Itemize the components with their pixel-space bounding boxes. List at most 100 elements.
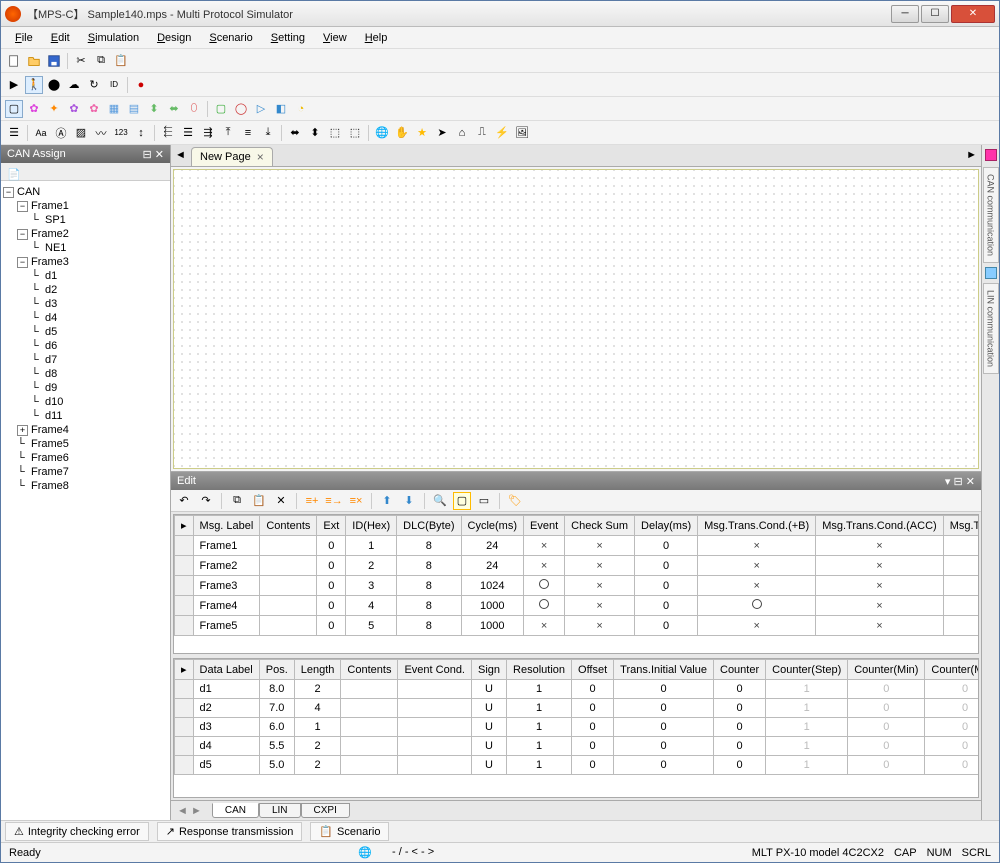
align-r-icon[interactable]: ⇶ [199,124,217,142]
tree-collapse-icon[interactable]: − [17,257,28,268]
right-tab-icon-2[interactable] [985,267,997,279]
table-row[interactable]: d45.52U1000100 [175,737,980,756]
widget-lamp-icon[interactable]: ✦ [45,100,63,118]
move-down-icon[interactable]: ⬇ [400,492,418,510]
col-header[interactable]: ID(Hex) [346,516,397,536]
status-tab-2[interactable]: 📋Scenario [310,822,389,841]
align-t-icon[interactable]: ⤒ [219,124,237,142]
table-row[interactable]: d55.02U1000100 [175,756,980,775]
frame-table-wrap[interactable]: ▸Msg. LabelContentsExtID(Hex)DLC(Byte)Cy… [173,514,979,654]
cut-icon[interactable]: ✂ [72,52,90,70]
tree-leaf-d2[interactable]: └d2 [3,283,168,297]
tab-close-icon[interactable]: × [257,150,264,164]
menu-view[interactable]: View [315,30,355,46]
tree-leaf-d8[interactable]: └d8 [3,367,168,381]
menu-design[interactable]: Design [149,30,199,46]
bolt-icon[interactable]: ⚡ [493,124,511,142]
tree-node-frame7[interactable]: └Frame7 [3,465,168,479]
widget-pink-icon[interactable]: ✿ [85,100,103,118]
select-icon[interactable]: ▢ [5,100,23,118]
widget-panel1-icon[interactable]: ▦ [105,100,123,118]
highlight-icon[interactable]: ▢ [453,492,471,510]
layer-icon[interactable]: ☰ [5,124,23,142]
row-ins-icon[interactable]: ≡→ [325,492,343,510]
align-l-icon[interactable]: ⬱ [159,124,177,142]
col-header[interactable]: Contents [341,660,398,680]
tree-leaf-d6[interactable]: └d6 [3,339,168,353]
col-header[interactable]: Msg.Trans.Cond.(IG1) [943,516,979,536]
ungroup-icon[interactable]: ⬚ [346,124,364,142]
stop-icon[interactable]: ● [132,76,150,94]
row-del-icon[interactable]: ≡× [347,492,365,510]
undo-icon[interactable]: ↶ [175,492,193,510]
shape-rect-icon[interactable]: ▢ [212,100,230,118]
picture-icon[interactable]: 🖼 [513,124,531,142]
tree-leaf-d1[interactable]: └d1 [3,269,168,283]
size-icon[interactable]: 123 [112,124,130,142]
tree-collapse-icon[interactable]: − [17,201,28,212]
col-header[interactable]: Event Cond. [398,660,472,680]
data-table[interactable]: ▸Data LabelPos.LengthContentsEvent Cond.… [174,659,979,775]
tree-leaf-d10[interactable]: └d10 [3,395,168,409]
col-header[interactable]: Msg.Trans.Cond.(+B) [698,516,816,536]
protocol-tab-can[interactable]: CAN [212,803,259,818]
group-icon[interactable]: ⬚ [326,124,344,142]
table-row[interactable]: Frame101824××0×× [175,536,980,556]
col-header[interactable]: Event [524,516,565,536]
menu-scenario[interactable]: Scenario [201,30,260,46]
find-icon[interactable]: 🔍 [431,492,449,510]
tree-leaf-d7[interactable]: └d7 [3,353,168,367]
col-header[interactable]: Counter(Min) [848,660,925,680]
col-header[interactable]: Resolution [507,660,572,680]
fill-icon[interactable]: ▨ [72,124,90,142]
tree-leaf-d9[interactable]: └d9 [3,381,168,395]
col-header[interactable]: Check Sum [565,516,635,536]
tree-node-frame3[interactable]: −Frame3 [3,255,168,269]
shape-circ-icon[interactable]: ◯ [232,100,250,118]
arrow-icon[interactable]: ↕ [132,124,150,142]
table-row[interactable]: d18.02U1000100 [175,680,980,699]
dist-v-icon[interactable]: ⬍ [306,124,324,142]
redo-icon[interactable]: ↷ [197,492,215,510]
sidebar-pin-icon[interactable]: ⊟ ✕ [143,148,165,161]
tab-nav-icon[interactable]: ◄ ► [177,805,202,817]
table-row[interactable]: Frame202824××0×× [175,556,980,576]
tree-collapse-icon[interactable]: − [17,229,28,240]
tree-view[interactable]: −CAN−Frame1└SP1−Frame2└NE1−Frame3└d1└d2└… [1,181,170,820]
align-b-icon[interactable]: ⤓ [259,124,277,142]
copy-icon[interactable]: ⧉ [92,52,110,70]
save-icon[interactable] [45,52,63,70]
tab-nav-right-icon[interactable]: ► [966,149,977,161]
status-tab-0[interactable]: ⚠Integrity checking error [5,822,149,841]
tree-node-frame6[interactable]: └Frame6 [3,451,168,465]
widget-panel2-icon[interactable]: ▤ [125,100,143,118]
minimize-button[interactable]: ─ [891,5,919,23]
tree-leaf-d11[interactable]: └d11 [3,409,168,423]
tree-node-frame1[interactable]: −Frame1 [3,199,168,213]
col-header[interactable]: Contents [260,516,317,536]
tree-node-frame8[interactable]: └Frame8 [3,479,168,493]
paste-icon[interactable]: 📋 [112,52,130,70]
tree-node-frame5[interactable]: └Frame5 [3,437,168,451]
widget-flower-icon[interactable]: ✿ [25,100,43,118]
edit-panel-controls[interactable]: ▾ ⊟ ✕ [945,475,975,488]
align-m-icon[interactable]: ≡ [239,124,257,142]
tree-leaf-sp1[interactable]: └SP1 [3,213,168,227]
text-style-icon[interactable]: Ⓐ [52,124,70,142]
line-icon[interactable]: 〰 [92,124,110,142]
col-header[interactable]: Length [294,660,341,680]
menu-setting[interactable]: Setting [263,30,313,46]
col-header[interactable]: Offset [572,660,614,680]
frame-table[interactable]: ▸Msg. LabelContentsExtID(Hex)DLC(Byte)Cy… [174,515,979,636]
col-header[interactable]: Ext [317,516,346,536]
widget-slider-icon[interactable]: ⬍ [145,100,163,118]
align-c-icon[interactable]: ☰ [179,124,197,142]
dist-h-icon[interactable]: ⬌ [286,124,304,142]
table-row[interactable]: d36.01U1000100 [175,718,980,737]
page-tab[interactable]: New Page × [191,147,273,166]
table-row[interactable]: Frame50581000××0×× [175,616,980,636]
shape-play-icon[interactable]: ▷ [252,100,270,118]
widget-seven-icon[interactable]: ⬌ [165,100,183,118]
col-header[interactable]: Counter(Step) [766,660,848,680]
menu-help[interactable]: Help [357,30,396,46]
